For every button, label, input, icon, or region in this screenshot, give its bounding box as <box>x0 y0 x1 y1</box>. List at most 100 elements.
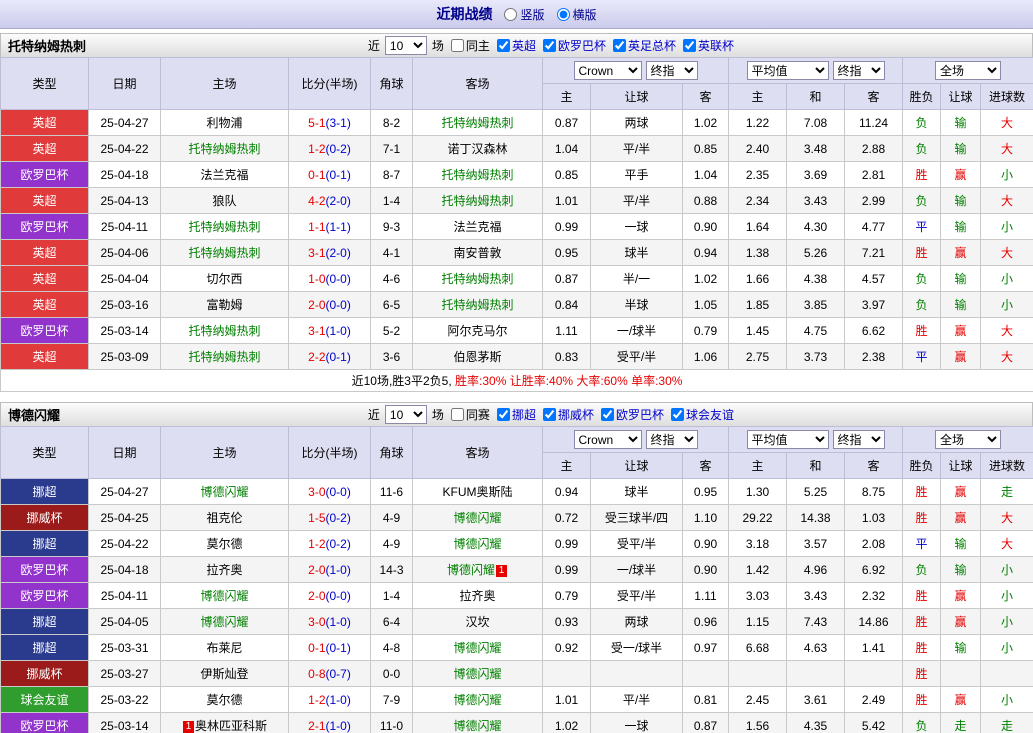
match-date: 25-04-27 <box>88 478 161 505</box>
halftime-score: (0-0) <box>325 588 351 603</box>
league-checkbox[interactable] <box>542 39 556 52</box>
subcol-res-goals: 进球数 <box>980 83 1033 110</box>
match-row: 欧罗巴杯 25-03-14 1 奥林匹亚科斯 2-1(1-0) 11-0 博德闪耀 1.02 一… <box>0 712 1033 733</box>
away-team: 托特纳姆热刺 <box>412 187 543 214</box>
euro-index-select[interactable]: 终指 <box>832 430 885 449</box>
league-checkbox[interactable] <box>670 408 684 421</box>
away-team-name: 托特纳姆热刺 <box>441 116 514 130</box>
result-handicap: 赢 <box>940 239 982 266</box>
home-team: 莫尔德 <box>160 686 289 713</box>
league-checkbox[interactable] <box>496 408 510 421</box>
score: 0-8(0-7) <box>288 660 371 687</box>
euro-away-odds: 4.77 <box>843 213 904 240</box>
asian-index-select[interactable]: 终指 <box>645 61 698 80</box>
league-filter[interactable]: 英足总杯 <box>609 37 676 54</box>
layout-option-vertical[interactable]: 竖版 <box>504 6 545 23</box>
same-checkbox[interactable] <box>450 408 464 421</box>
asian-index-select[interactable]: 终指 <box>645 430 698 449</box>
home-team-name: 博德闪耀 <box>200 589 249 603</box>
asian-home-odds: 0.83 <box>542 343 591 370</box>
euro-index-select[interactable]: 终指 <box>832 61 885 80</box>
asian-away-odds: 0.90 <box>682 530 729 557</box>
scope-select[interactable]: 全场 <box>935 61 1002 80</box>
league-checkbox[interactable] <box>600 408 614 421</box>
league-filter[interactable]: 挪超 <box>493 406 536 423</box>
euro-draw-odds: 3.73 <box>786 343 845 370</box>
same-filter[interactable]: 同主 <box>447 37 490 54</box>
score: 2-1(1-0) <box>288 712 371 733</box>
asian-away-odds: 1.11 <box>682 582 729 609</box>
league-filter[interactable]: 欧罗巴杯 <box>539 37 606 54</box>
away-team-name: 博德闪耀 <box>453 693 502 707</box>
league-checkbox[interactable] <box>612 39 626 52</box>
fulltime-score: 1-5 <box>308 510 326 525</box>
league-filter[interactable]: 英超 <box>493 37 536 54</box>
euro-away-odds <box>843 660 904 687</box>
asian-handicap: 一/球半 <box>590 556 683 583</box>
match-count-select[interactable]: 10 <box>384 405 427 424</box>
fulltime-score: 0-1 <box>308 640 326 655</box>
league-filter[interactable]: 欧罗巴杯 <box>597 406 664 423</box>
home-team-name: 博德闪耀 <box>200 485 249 499</box>
bookmaker-select[interactable]: Crown <box>573 430 642 449</box>
league-filter[interactable]: 球会友谊 <box>667 406 734 423</box>
subcol-euro-away: 客 <box>843 83 904 110</box>
away-team: 法兰克福 <box>412 213 543 240</box>
result-handicap: 输 <box>940 265 982 292</box>
result-wdl: 胜 <box>902 239 942 266</box>
match-row: 欧罗巴杯 25-04-18 拉齐奥 2-0(1-0) 14-3 博德闪耀 1 0.99 一/球半… <box>0 556 1033 583</box>
halftime-score: (1-0) <box>325 562 351 577</box>
euro-home-odds: 2.40 <box>728 135 787 162</box>
asian-home-odds: 1.01 <box>542 686 591 713</box>
euro-home-odds: 3.18 <box>728 530 787 557</box>
halftime-score: (1-1) <box>325 219 351 234</box>
match-count-select[interactable]: 10 <box>384 36 427 55</box>
score: 0-1(0-1) <box>288 161 371 188</box>
league-badge: 英超 <box>0 135 89 162</box>
corners: 4-1 <box>370 239 413 266</box>
match-date: 25-04-13 <box>88 187 161 214</box>
asian-home-odds: 0.87 <box>542 265 591 292</box>
home-team: 切尔西 <box>160 265 289 292</box>
result-overunder: 大 <box>980 504 1033 531</box>
match-row: 欧罗巴杯 25-04-11 托特纳姆热刺 1-1(1-1) 9-3 法兰克福 0.99 一球 0… <box>0 213 1033 240</box>
euro-book-select[interactable]: 平均值 <box>746 430 829 449</box>
euro-away-odds: 2.08 <box>843 530 904 557</box>
league-checkbox[interactable] <box>542 408 556 421</box>
layout-option-horizontal[interactable]: 横版 <box>556 6 597 23</box>
league-checkbox[interactable] <box>682 39 696 52</box>
euro-home-odds: 1.22 <box>728 109 787 136</box>
league-checkbox[interactable] <box>496 39 510 52</box>
match-date: 25-04-25 <box>88 504 161 531</box>
euro-away-odds: 2.38 <box>843 343 904 370</box>
asian-handicap: 球半 <box>590 239 683 266</box>
league-badge: 欧罗巴杯 <box>0 712 89 733</box>
league-filter[interactable]: 挪威杯 <box>539 406 594 423</box>
result-overunder: 大 <box>980 187 1033 214</box>
scope-select[interactable]: 全场 <box>935 430 1002 449</box>
result-handicap: 输 <box>940 187 982 214</box>
bookmaker-select[interactable]: Crown <box>573 61 642 80</box>
fulltime-score: 5-1 <box>308 115 326 130</box>
same-filter[interactable]: 同赛 <box>447 406 490 423</box>
col-corner: 角球 <box>370 426 413 479</box>
subcol-res-goals: 进球数 <box>980 452 1033 479</box>
horizontal-layout-radio[interactable] <box>556 7 570 21</box>
vertical-layout-radio[interactable] <box>504 7 518 21</box>
match-date: 25-04-05 <box>88 608 161 635</box>
result-wdl: 胜 <box>902 161 942 188</box>
euro-draw-odds: 3.85 <box>786 291 845 318</box>
home-team: 利物浦 <box>160 109 289 136</box>
euro-book-select[interactable]: 平均值 <box>746 61 829 80</box>
league-filter[interactable]: 英联杯 <box>679 37 734 54</box>
score: 3-0(0-0) <box>288 478 371 505</box>
away-team-name: 博德闪耀 <box>453 641 502 655</box>
same-checkbox[interactable] <box>450 39 464 52</box>
horizontal-layout-label: 横版 <box>572 7 597 22</box>
away-team: 托特纳姆热刺 <box>412 265 543 292</box>
result-overunder: 大 <box>980 135 1033 162</box>
result-wdl: 负 <box>902 556 942 583</box>
asian-handicap: 受平/半 <box>590 530 683 557</box>
score: 1-2(0-2) <box>288 135 371 162</box>
asian-home-odds: 0.99 <box>542 530 591 557</box>
